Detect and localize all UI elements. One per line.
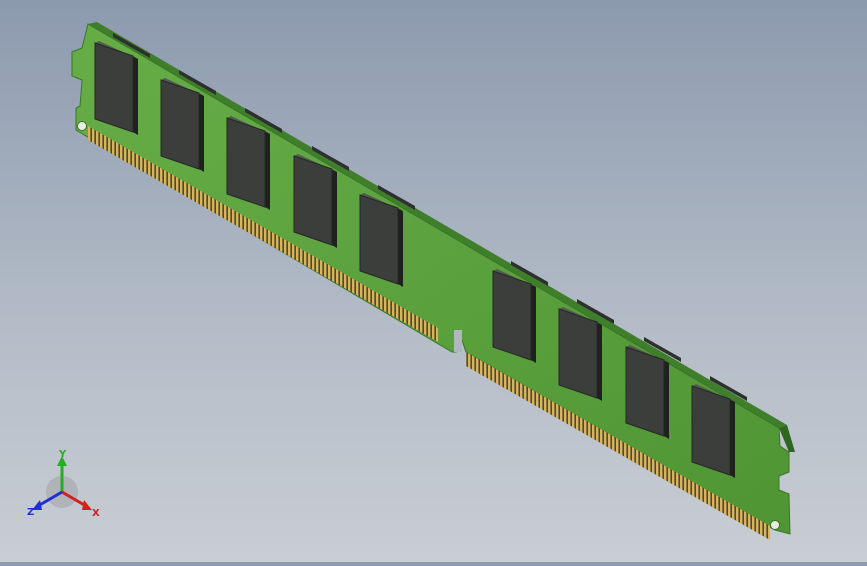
memory-chip [293,155,333,246]
chip-side [199,93,204,172]
chip-side [730,399,735,478]
axis-triad: Y X Z [22,448,106,522]
chip-side [265,131,270,210]
memory-chip [691,385,731,476]
memory-chip [94,42,134,133]
mount-hole-left [77,121,87,131]
cad-viewport[interactable]: Y X Z [0,0,867,562]
memory-chip [558,308,598,399]
chip-side [597,322,602,401]
key-notch [454,330,462,352]
memory-chip [160,79,200,170]
chip-side [664,360,669,439]
mount-hole-right [770,520,780,530]
memory-chip [625,346,665,437]
x-axis-arrow [82,500,92,510]
y-axis-label: Y [58,449,67,460]
memory-chip [492,270,532,361]
ram-module-model[interactable] [0,0,867,562]
chip-side [133,56,138,135]
pcb-top-edge [88,22,787,428]
memory-chip [226,117,266,208]
x-axis-label: X [92,508,100,519]
z-axis-label: Z [27,507,34,518]
chip-side [531,284,536,363]
chip-side [332,169,337,248]
memory-chip [359,194,399,285]
chip-side [398,208,403,287]
